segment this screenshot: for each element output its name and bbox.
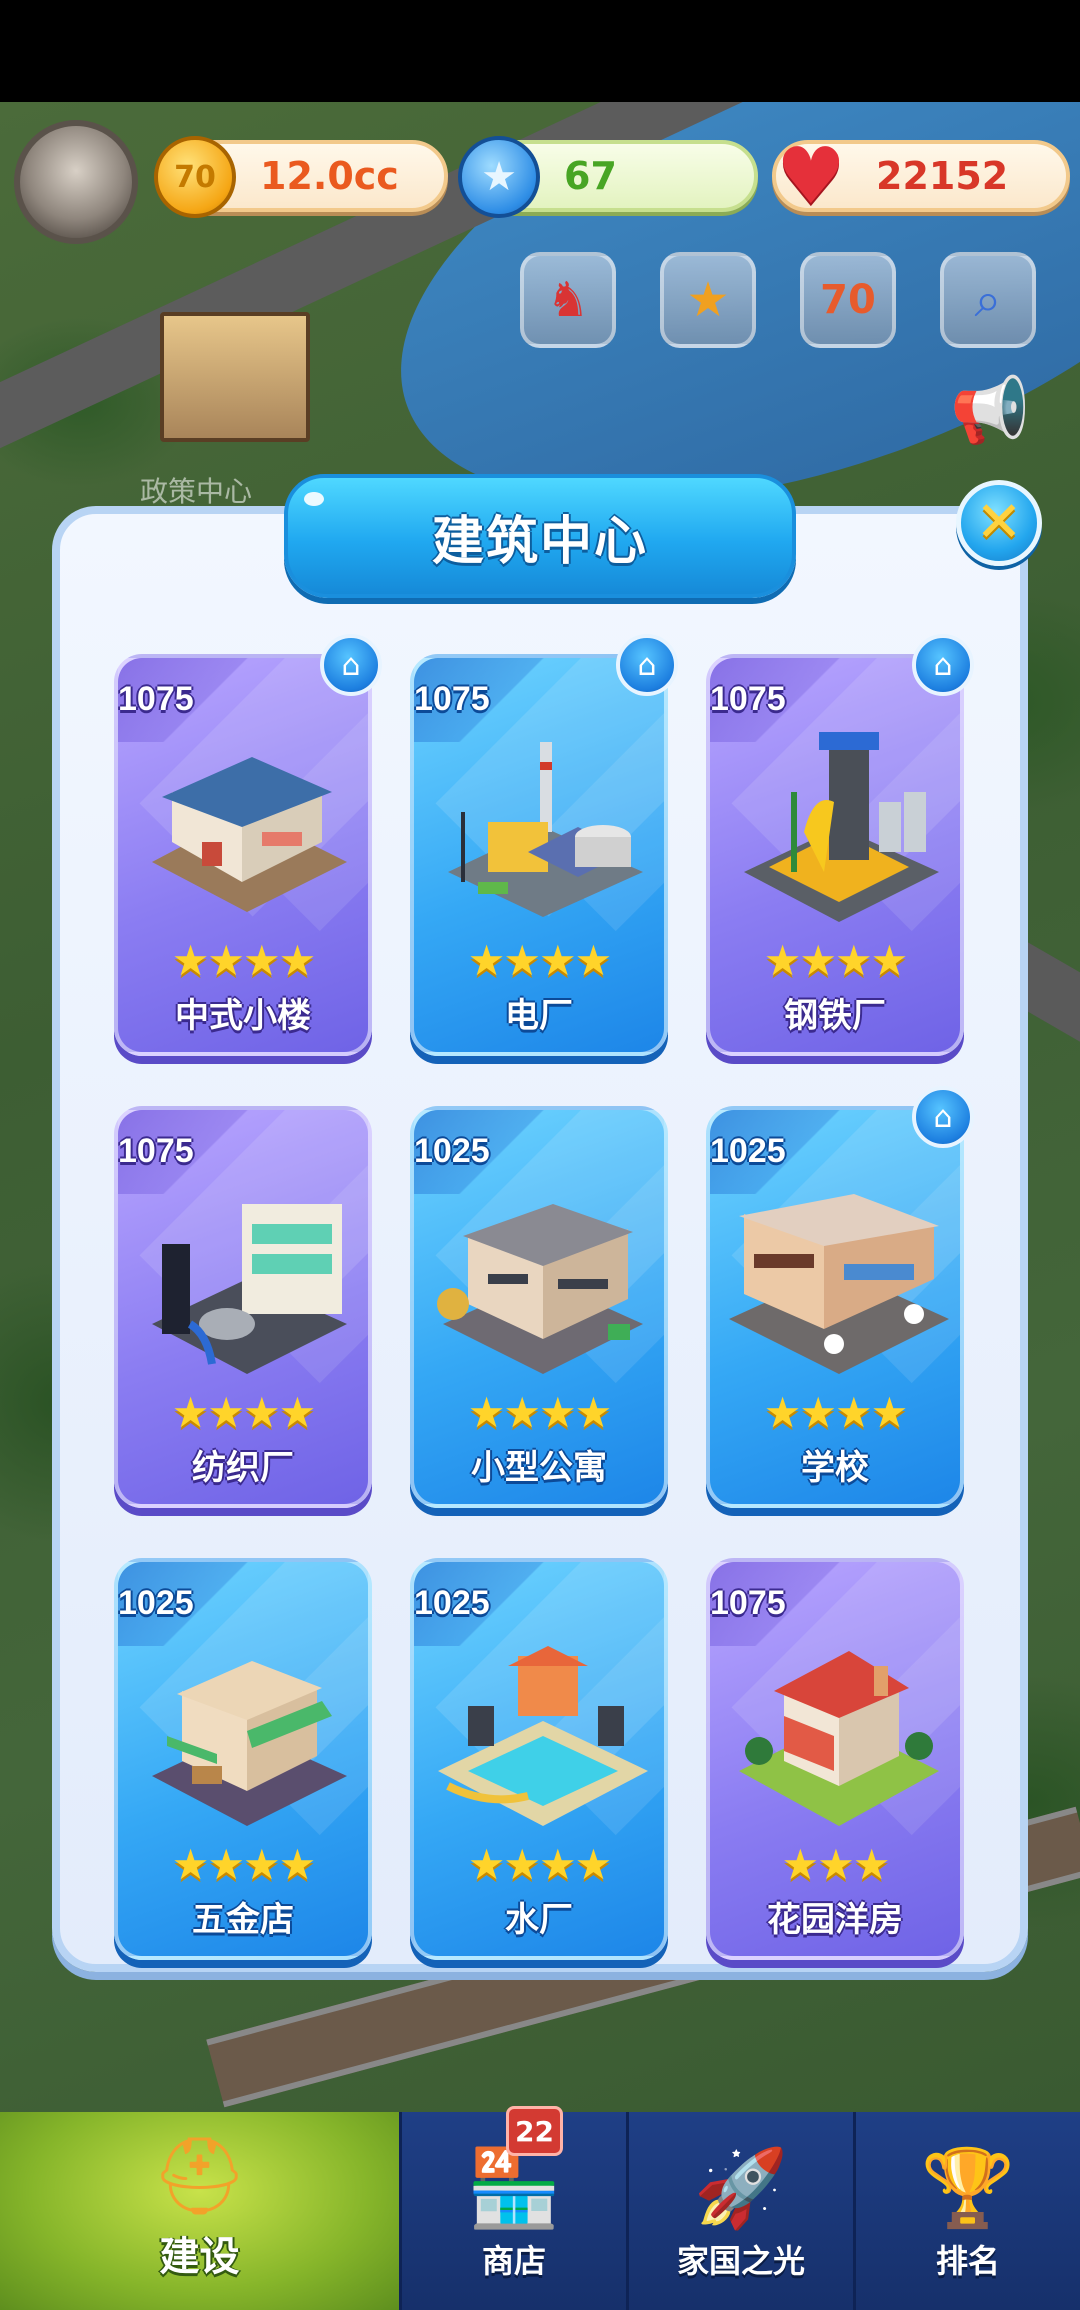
star-value: 67 — [564, 154, 617, 198]
nav-shop[interactable]: 22 🏪 商店 — [402, 2106, 629, 2310]
star-rating: ★★★★ — [171, 936, 317, 985]
megaphone-icon[interactable]: 📢 — [940, 360, 1040, 460]
nav-label: 排名 — [935, 2242, 1000, 2280]
star-counter[interactable]: ★ 67 — [458, 136, 758, 218]
water-plant-illustration — [438, 1646, 648, 1826]
building-level: 1075 — [710, 1584, 786, 1622]
building-level: 1025 — [414, 1132, 490, 1170]
building-level: 1075 — [710, 680, 786, 718]
building-level: 1025 — [710, 1132, 786, 1170]
nav-ranking[interactable]: 🏆 排名 — [856, 2112, 1080, 2310]
heart-value: 22152 — [876, 154, 1009, 198]
nav-build[interactable]: ⛑ 建设 — [0, 2112, 402, 2310]
anniversary-70-icon[interactable]: 70 — [800, 252, 896, 348]
home-icon: ⌂ — [320, 634, 382, 696]
policy-center-building — [160, 312, 310, 442]
building-name: 花园洋房 — [767, 1900, 903, 1940]
heart-counter[interactable]: ♥ 22152 — [772, 132, 1070, 222]
star-rating: ★★★★ — [467, 936, 613, 985]
textile-mill-illustration — [152, 1204, 347, 1374]
coin-value: 12.0cc — [260, 154, 399, 198]
building-name: 学校 — [801, 1448, 869, 1488]
home-icon: ⌂ — [912, 1086, 974, 1148]
shop-icon: 🏪 — [466, 2143, 562, 2232]
star-rating: ★★★★ — [763, 1388, 909, 1437]
small-apartment-illustration — [437, 1204, 643, 1374]
star-rating: ★★★★ — [467, 1840, 613, 1889]
handshake-icon[interactable]: ★ — [660, 252, 756, 348]
school-illustration — [729, 1194, 949, 1374]
ranking-icon: 🏆 — [920, 2143, 1016, 2232]
star-icon: ★ — [458, 136, 540, 218]
nav-label: 家国之光 — [676, 2242, 805, 2280]
building-card-textile-mill[interactable]: 1075 ★★★★ 纺织厂 — [114, 1106, 372, 1508]
close-button[interactable]: ✕ — [956, 480, 1042, 566]
player-avatar[interactable] — [14, 120, 138, 244]
star-rating: ★★★★ — [171, 1388, 317, 1437]
building-name: 五金店 — [192, 1900, 294, 1940]
building-name: 纺织厂 — [192, 1448, 294, 1488]
building-level: 1025 — [118, 1584, 194, 1622]
nav-national-glory[interactable]: 🚀 家国之光 — [629, 2112, 856, 2310]
building-level: 1075 — [118, 1132, 194, 1170]
building-card-power-plant[interactable]: 1075 ★★★★ 电厂 — [410, 654, 668, 1056]
home-icon: ⌂ — [912, 634, 974, 696]
nav-label: 建设 — [159, 2234, 240, 2280]
building-level: 1075 — [414, 680, 490, 718]
star-rating: ★★★★ — [763, 936, 909, 985]
building-card-hardware-store[interactable]: 1025 ★★★★ 五金店 — [114, 1558, 372, 1960]
policy-center-label: 政策中心 — [140, 475, 253, 508]
hardware-store-illustration — [152, 1661, 347, 1826]
dialog-title-banner: 建筑中心 — [284, 474, 796, 598]
chinese-house-illustration — [152, 757, 347, 912]
building-level: 1075 — [118, 680, 194, 718]
hero-icon[interactable]: ♞ — [520, 252, 616, 348]
heart-icon: ♥ — [776, 132, 846, 222]
rocket-icon: 🚀 — [693, 2143, 789, 2232]
hardhat-icon: ⛑ — [151, 2131, 248, 2220]
building-card-chinese-house[interactable]: 1075 ★★★★ 中式小楼 — [114, 654, 372, 1056]
building-name: 电厂 — [505, 996, 573, 1036]
steel-mill-illustration — [744, 732, 939, 922]
star-rating: ★★★★ — [171, 1840, 317, 1889]
shop-badge: 22 — [506, 2106, 563, 2156]
building-card-school[interactable]: 1025 ★★★★ 学校 — [706, 1106, 964, 1508]
dialog-title: 建筑中心 — [431, 511, 648, 572]
power-plant-illustration — [448, 742, 643, 917]
close-icon: ✕ — [975, 490, 1023, 555]
building-card-small-apartment[interactable]: 1025 ★★★★ 小型公寓 — [410, 1106, 668, 1508]
anniversary-70-text: 70 — [820, 277, 876, 323]
building-name: 钢铁厂 — [784, 996, 886, 1036]
star-rating: ★★★★ — [467, 1388, 613, 1437]
building-card-water-plant[interactable]: 1025 ★★★★ 水厂 — [410, 1558, 668, 1960]
building-name: 水厂 — [505, 1900, 573, 1940]
home-icon: ⌂ — [616, 634, 678, 696]
garden-villa-illustration — [739, 1651, 939, 1826]
star-rating: ★★★ — [781, 1840, 891, 1889]
building-level: 1025 — [414, 1584, 490, 1622]
building-card-garden-villa[interactable]: 1075 ★★★ 花园洋房 — [706, 1558, 964, 1960]
coin-icon: 70 — [154, 136, 236, 218]
building-card-steel-mill[interactable]: 1075 ★★★★ 钢铁厂 — [706, 654, 964, 1056]
search-map-icon[interactable]: ⌕ — [940, 252, 1036, 348]
coin-icon-text: 70 — [174, 159, 216, 195]
nav-label: 商店 — [481, 2242, 546, 2280]
building-name: 中式小楼 — [175, 996, 311, 1036]
bottom-navigation: ⛑ 建设 22 🏪 商店 🚀 家国之光 🏆 排名 — [0, 2106, 1080, 2310]
building-name: 小型公寓 — [471, 1448, 607, 1488]
coin-counter[interactable]: 70 12.0cc — [154, 136, 448, 218]
